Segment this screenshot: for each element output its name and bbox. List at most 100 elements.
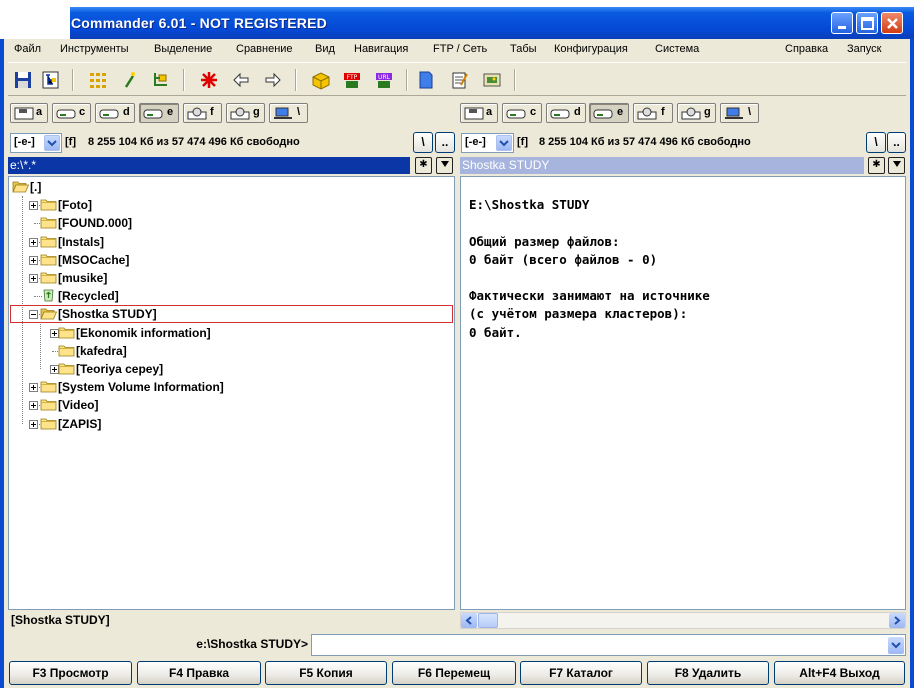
menu-navigation[interactable]: Навигация xyxy=(354,43,408,55)
tree-item[interactable]: [Teoriya cepey] xyxy=(58,360,163,378)
expand-icon[interactable] xyxy=(29,401,38,411)
f3-view-button[interactable]: F3 Просмотр xyxy=(9,661,132,685)
sync-icon[interactable] xyxy=(151,70,171,90)
drive-a-button[interactable]: a xyxy=(10,103,48,123)
tree-item[interactable]: [kafedra] xyxy=(58,342,127,360)
info-line: E:\Shostka STUDY xyxy=(469,197,590,213)
menu-ftp[interactable]: FTP / Сеть xyxy=(433,43,487,55)
tree-item[interactable]: [Video] xyxy=(40,396,98,414)
drive-c-button[interactable]: c xyxy=(52,103,91,123)
star-burst-icon[interactable] xyxy=(199,70,219,90)
minimize-button[interactable] xyxy=(831,12,853,34)
tree-item[interactable]: [musike] xyxy=(40,269,107,287)
screen-background xyxy=(0,688,914,694)
scroll-right-button[interactable] xyxy=(889,613,905,628)
menu-compare[interactable]: Сравнение xyxy=(236,43,293,55)
altf4-exit-button[interactable]: Alt+F4 Выход xyxy=(774,661,905,685)
menu-selection[interactable]: Выделение xyxy=(154,43,212,55)
left-history-star-button[interactable]: ✱ xyxy=(415,157,432,174)
expand-icon[interactable] xyxy=(29,201,38,211)
right-path-header[interactable]: Shostka STUDY xyxy=(460,157,864,174)
f7-mkdir-button[interactable]: F7 Каталог xyxy=(520,661,642,685)
scroll-thumb[interactable] xyxy=(478,613,498,628)
tree-item[interactable]: [.] xyxy=(12,178,41,196)
scroll-left-button[interactable] xyxy=(461,613,477,628)
drive-f-button[interactable]: f xyxy=(183,103,222,123)
forward-arrow-icon[interactable] xyxy=(263,70,283,90)
blue-document-icon[interactable] xyxy=(416,70,436,90)
back-arrow-icon[interactable] xyxy=(231,70,251,90)
chevron-down-icon[interactable] xyxy=(496,135,512,151)
drive-f-button[interactable]: f xyxy=(633,103,673,123)
svg-text:FTP: FTP xyxy=(347,74,358,81)
drive-g-button[interactable]: g xyxy=(226,103,265,123)
menu-view[interactable]: Вид xyxy=(315,43,335,55)
tree-item[interactable]: [Ekonomik information] xyxy=(58,324,211,342)
f8-delete-button[interactable]: F8 Удалить xyxy=(647,661,769,685)
tree-item[interactable]: [Foto] xyxy=(40,196,92,214)
expand-icon[interactable] xyxy=(29,383,38,393)
expand-icon[interactable] xyxy=(29,255,38,265)
image-viewer-icon[interactable] xyxy=(482,70,502,90)
menu-help[interactable]: Справка xyxy=(785,43,828,55)
expand-icon[interactable] xyxy=(29,274,38,283)
maximize-button[interactable] xyxy=(856,12,878,34)
drive-e-button[interactable]: e xyxy=(589,103,629,123)
menu-tools[interactable]: Инструменты xyxy=(60,43,129,55)
drive-network-button[interactable]: \ xyxy=(269,103,308,123)
notepad-icon[interactable] xyxy=(449,70,469,90)
tree-item[interactable]: [MSOCache] xyxy=(40,251,129,269)
toolbar-separator xyxy=(514,69,516,91)
right-history-dropdown[interactable] xyxy=(888,157,905,174)
tree-view-icon[interactable] xyxy=(41,70,61,90)
drive-network-button[interactable]: \ xyxy=(720,103,759,123)
right-drive-select[interactable]: [-e-] xyxy=(461,133,514,153)
f5-copy-button[interactable]: F5 Копия xyxy=(265,661,387,685)
drive-d-button[interactable]: d xyxy=(546,103,586,123)
left-path-header[interactable]: e:\*.* xyxy=(8,157,410,174)
menu-launch[interactable]: Запуск xyxy=(847,43,881,55)
drive-c-button[interactable]: c xyxy=(502,103,542,123)
menu-configuration[interactable]: Конфигурация xyxy=(554,43,628,55)
tree-item[interactable]: [Recycled] xyxy=(40,287,119,305)
info-line: 0 байт. xyxy=(469,324,522,340)
right-up-button[interactable]: .. xyxy=(887,132,906,153)
package-icon[interactable] xyxy=(311,70,331,90)
f4-edit-button[interactable]: F4 Правка xyxy=(137,661,261,685)
tree-item[interactable]: [ZAPIS] xyxy=(40,415,101,433)
left-up-button[interactable]: .. xyxy=(435,132,455,153)
menu-system[interactable]: Система xyxy=(655,43,699,55)
tree-item-label: [ZAPIS] xyxy=(58,416,102,431)
left-drive-select[interactable]: [-e-] xyxy=(10,133,62,153)
chevron-down-icon[interactable] xyxy=(888,637,904,654)
tree-item[interactable]: [FOUND.000] xyxy=(40,214,132,232)
left-root-button[interactable]: \ xyxy=(413,132,433,153)
f6-move-button[interactable]: F6 Перемещ xyxy=(392,661,516,685)
chevron-down-icon[interactable] xyxy=(44,135,60,151)
floppy-disk-icon[interactable] xyxy=(13,70,33,90)
drive-a-button[interactable]: a xyxy=(460,103,498,123)
drive-d-button[interactable]: d xyxy=(95,103,135,123)
right-history-star-button[interactable]: ✱ xyxy=(868,157,885,174)
expand-icon[interactable] xyxy=(29,419,38,429)
close-button[interactable] xyxy=(881,12,903,34)
info-line: Общий размер файлов: xyxy=(469,233,620,249)
ftp-icon[interactable]: FTP xyxy=(342,70,362,90)
expand-icon[interactable] xyxy=(29,237,38,247)
hard-drive-icon xyxy=(593,109,613,119)
left-history-dropdown[interactable] xyxy=(436,157,453,174)
tree-item[interactable]: [System Volume Information] xyxy=(40,378,224,396)
ftp-disconnect-icon[interactable]: URL xyxy=(374,70,394,90)
right-root-button[interactable]: \ xyxy=(866,132,886,153)
command-line-input[interactable] xyxy=(311,634,906,656)
right-horizontal-scrollbar[interactable] xyxy=(460,612,906,629)
menu-file[interactable]: Файл xyxy=(14,43,41,55)
wand-icon[interactable] xyxy=(120,70,140,90)
toolbar-separator xyxy=(183,69,185,91)
select-grid-icon[interactable] xyxy=(88,70,108,90)
menu-tabs[interactable]: Табы xyxy=(510,43,537,55)
tree-item[interactable]: [Instals] xyxy=(40,233,104,251)
drive-e-button[interactable]: e xyxy=(139,103,179,123)
toolbar-separator xyxy=(295,69,297,91)
drive-g-button[interactable]: g xyxy=(677,103,716,123)
